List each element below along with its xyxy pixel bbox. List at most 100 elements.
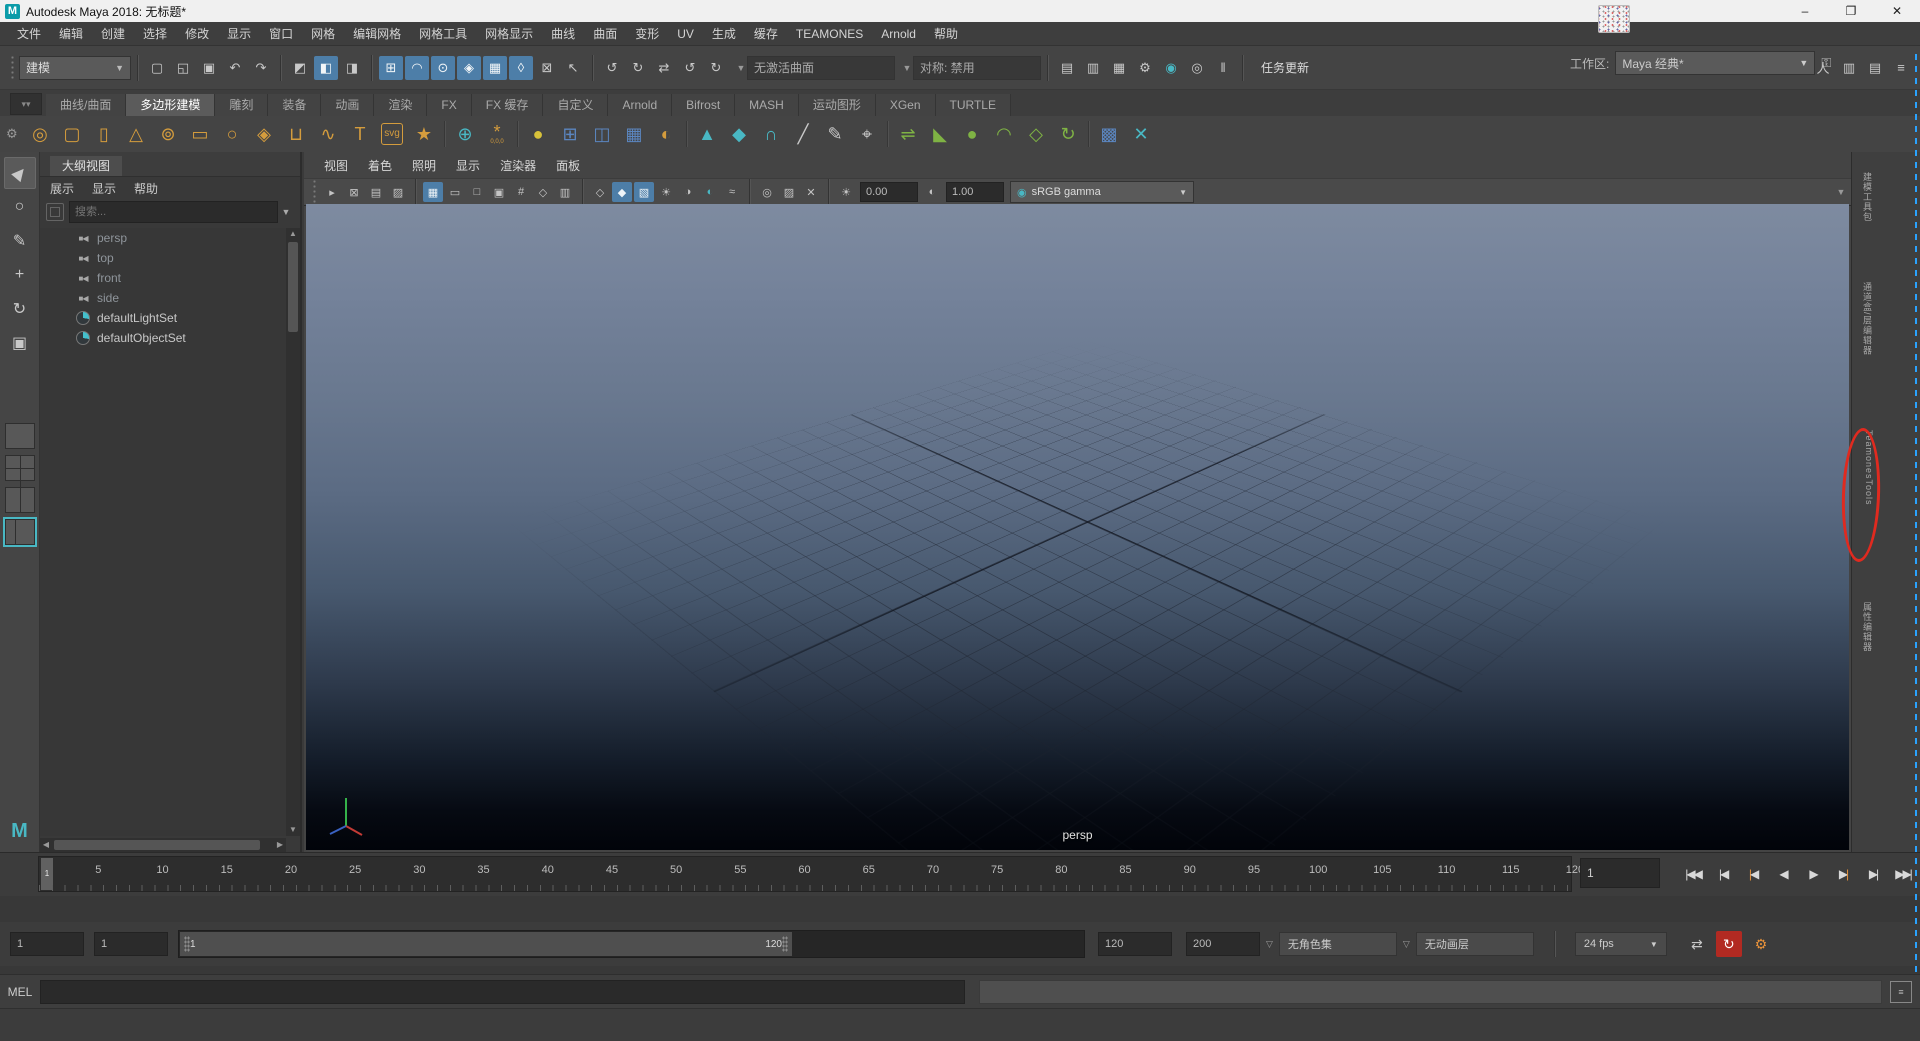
scroll-left-icon[interactable]: ◀ xyxy=(40,838,52,852)
shelf-tab-动画[interactable]: 动画 xyxy=(321,94,374,116)
history-cycle-forward-icon[interactable]: ↻ xyxy=(704,56,728,80)
outliner-menu-显示[interactable]: 显示 xyxy=(92,180,116,197)
pause-viewport-icon[interactable]: ‖ xyxy=(1211,56,1235,80)
target-weld-icon[interactable]: ⌖ xyxy=(852,119,882,149)
combine-icon[interactable]: ● xyxy=(523,119,553,149)
range-slider-track[interactable]: 1 120 xyxy=(178,930,1085,958)
step-forward-frame-button[interactable]: ▶| xyxy=(1858,861,1888,887)
viewport-menu-渲染器[interactable]: 渲染器 xyxy=(490,157,546,174)
outliner-item-defaultLightSet[interactable]: defaultLightSet xyxy=(40,308,286,328)
render-globe-icon[interactable]: ◉ xyxy=(1159,56,1183,80)
safe-title-icon[interactable]: ▥ xyxy=(555,182,575,202)
viewport-canvas[interactable]: persp xyxy=(306,204,1849,850)
step-back-key-button[interactable]: |◀ xyxy=(1738,861,1768,887)
spin-edge-icon[interactable]: ↻ xyxy=(1053,119,1083,149)
playback-start-field[interactable] xyxy=(94,932,168,956)
menu-文件[interactable]: 文件 xyxy=(8,22,50,46)
viewport-menu-显示[interactable]: 显示 xyxy=(446,157,490,174)
history-cycle-back-icon[interactable]: ↺ xyxy=(678,56,702,80)
menu-窗口[interactable]: 窗口 xyxy=(260,22,302,46)
layout-two-pane[interactable] xyxy=(5,487,35,513)
poly-plane-icon[interactable]: ▭ xyxy=(185,119,215,149)
play-forwards-button[interactable]: ▶ xyxy=(1798,861,1828,887)
menu-编辑网格[interactable]: 编辑网格 xyxy=(344,22,410,46)
shelf-tab-FX 缓存[interactable]: FX 缓存 xyxy=(472,94,544,116)
poly-sphere-icon[interactable]: ◎ xyxy=(25,119,55,149)
active-surface-field[interactable]: 无激活曲面 xyxy=(747,56,895,80)
outliner-horizontal-scrollbar[interactable]: ◀ ▶ xyxy=(40,838,286,852)
viewport-menu-着色[interactable]: 着色 xyxy=(358,157,402,174)
outliner-item-top[interactable]: ■◀top xyxy=(40,248,286,268)
outliner-item-persp[interactable]: ■◀persp xyxy=(40,228,286,248)
shelf-tab-MASH[interactable]: MASH xyxy=(735,94,799,116)
append-to-polygon-icon[interactable]: ◣ xyxy=(925,119,955,149)
anim-layer-select[interactable]: 无动画层 xyxy=(1416,932,1534,956)
camera-bookmark-icon[interactable]: ▤ xyxy=(366,182,386,202)
dock-tab-通道盒/层编辑器[interactable]: 通道盒/层编辑器 xyxy=(1858,282,1874,356)
outliner-item-defaultObjectSet[interactable]: defaultObjectSet xyxy=(40,328,286,348)
minimize-button[interactable]: – xyxy=(1782,0,1828,22)
fps-select[interactable]: 24 fps ▼ xyxy=(1575,932,1667,956)
gamma-field[interactable]: 1.00 xyxy=(946,182,1004,202)
mirror-geometry-icon[interactable]: ◫ xyxy=(587,119,617,149)
shadows-toggle-icon[interactable]: ◑ xyxy=(678,182,698,202)
make-live-icon[interactable]: ▦ xyxy=(483,56,507,80)
menu-帮助[interactable]: 帮助 xyxy=(925,22,967,46)
snap-to-projected-center-icon[interactable]: ◈ xyxy=(457,56,481,80)
dock-tab-属性编辑器[interactable]: 属性编辑器 xyxy=(1858,602,1874,652)
ambient-occlusion-icon[interactable]: ◐ xyxy=(700,182,720,202)
render-current-frame-icon[interactable]: ▥ xyxy=(1081,56,1105,80)
outliner-tab[interactable]: 大纲视图 xyxy=(50,156,122,176)
menu-生成[interactable]: 生成 xyxy=(703,22,745,46)
xray-mode-icon[interactable]: ▨ xyxy=(779,182,799,202)
chevron-down-icon[interactable]: ▼ xyxy=(1829,187,1847,197)
viewport-menu-照明[interactable]: 照明 xyxy=(402,157,446,174)
input-connections-icon[interactable]: ↺ xyxy=(600,56,624,80)
step-back-frame-button[interactable]: |◀ xyxy=(1708,861,1738,887)
playback-loop-icon[interactable]: ⇄ xyxy=(1684,931,1710,957)
checker-map-icon[interactable]: ▩ xyxy=(1094,119,1124,149)
current-frame-field[interactable] xyxy=(1580,858,1660,888)
tool-settings-icon[interactable]: ▤ xyxy=(1863,56,1887,80)
time-slider[interactable]: 1 51015202530354045505560657075808590951… xyxy=(38,856,1572,892)
output-connections-icon[interactable]: ↻ xyxy=(626,56,650,80)
select-hierarchy-icon[interactable]: ◩ xyxy=(288,56,312,80)
menu-修改[interactable]: 修改 xyxy=(176,22,218,46)
film-gate-icon[interactable]: ▭ xyxy=(445,182,465,202)
animation-start-field[interactable] xyxy=(10,932,84,956)
go-to-start-button[interactable]: |◀◀ xyxy=(1678,861,1708,887)
svg-tool-icon[interactable]: svg xyxy=(377,119,407,149)
animation-end-field[interactable] xyxy=(1186,932,1260,956)
chevron-down-icon[interactable]: ▽ xyxy=(1266,939,1273,950)
poly-cone-icon[interactable]: △ xyxy=(121,119,151,149)
gamma-toggle-icon[interactable]: ◐ xyxy=(922,182,942,202)
close-button[interactable]: ✕ xyxy=(1874,0,1920,22)
poly-cube-icon[interactable]: ▢ xyxy=(57,119,87,149)
symmetry-field[interactable]: 对称: 禁用 xyxy=(913,56,1041,80)
scrollbar-thumb[interactable] xyxy=(54,840,260,850)
bevel-icon[interactable]: ◆ xyxy=(724,119,754,149)
shelf-tab-装备[interactable]: 装备 xyxy=(268,94,321,116)
poly-pipe-icon[interactable]: ⊔ xyxy=(281,119,311,149)
super-shape-icon[interactable]: ★ xyxy=(409,119,439,149)
save-scene-icon[interactable]: ▣ xyxy=(197,56,221,80)
shelf-tab-TURTLE[interactable]: TURTLE xyxy=(936,94,1011,116)
chevron-down-icon[interactable]: ▼ xyxy=(729,63,747,73)
layout-outliner-persp[interactable] xyxy=(5,519,35,545)
dock-tab-建模工具包[interactable]: 建模工具包 xyxy=(1858,172,1874,222)
play-backwards-button[interactable]: ◀ xyxy=(1768,861,1798,887)
outliner-item-side[interactable]: ■◀side xyxy=(40,288,286,308)
boolean-union-icon[interactable]: ⊞ xyxy=(555,119,585,149)
field-chart-icon[interactable]: # xyxy=(511,182,531,202)
character-set-select[interactable]: 无角色集 xyxy=(1279,932,1397,956)
outliner-menu-帮助[interactable]: 帮助 xyxy=(134,180,158,197)
shelf-tab-XGen[interactable]: XGen xyxy=(876,94,936,116)
menu-创建[interactable]: 创建 xyxy=(92,22,134,46)
image-plane-icon[interactable]: ▨ xyxy=(388,182,408,202)
lock-selection-icon[interactable]: ⊠ xyxy=(535,56,559,80)
menu-编辑[interactable]: 编辑 xyxy=(50,22,92,46)
auto-keyframe-toggle-icon[interactable]: ↻ xyxy=(1716,931,1742,957)
multi-cut-icon[interactable]: ╱ xyxy=(788,119,818,149)
menu-TEAMONES[interactable]: TEAMONES xyxy=(787,22,872,46)
snap-to-curve-icon[interactable]: ◠ xyxy=(405,56,429,80)
